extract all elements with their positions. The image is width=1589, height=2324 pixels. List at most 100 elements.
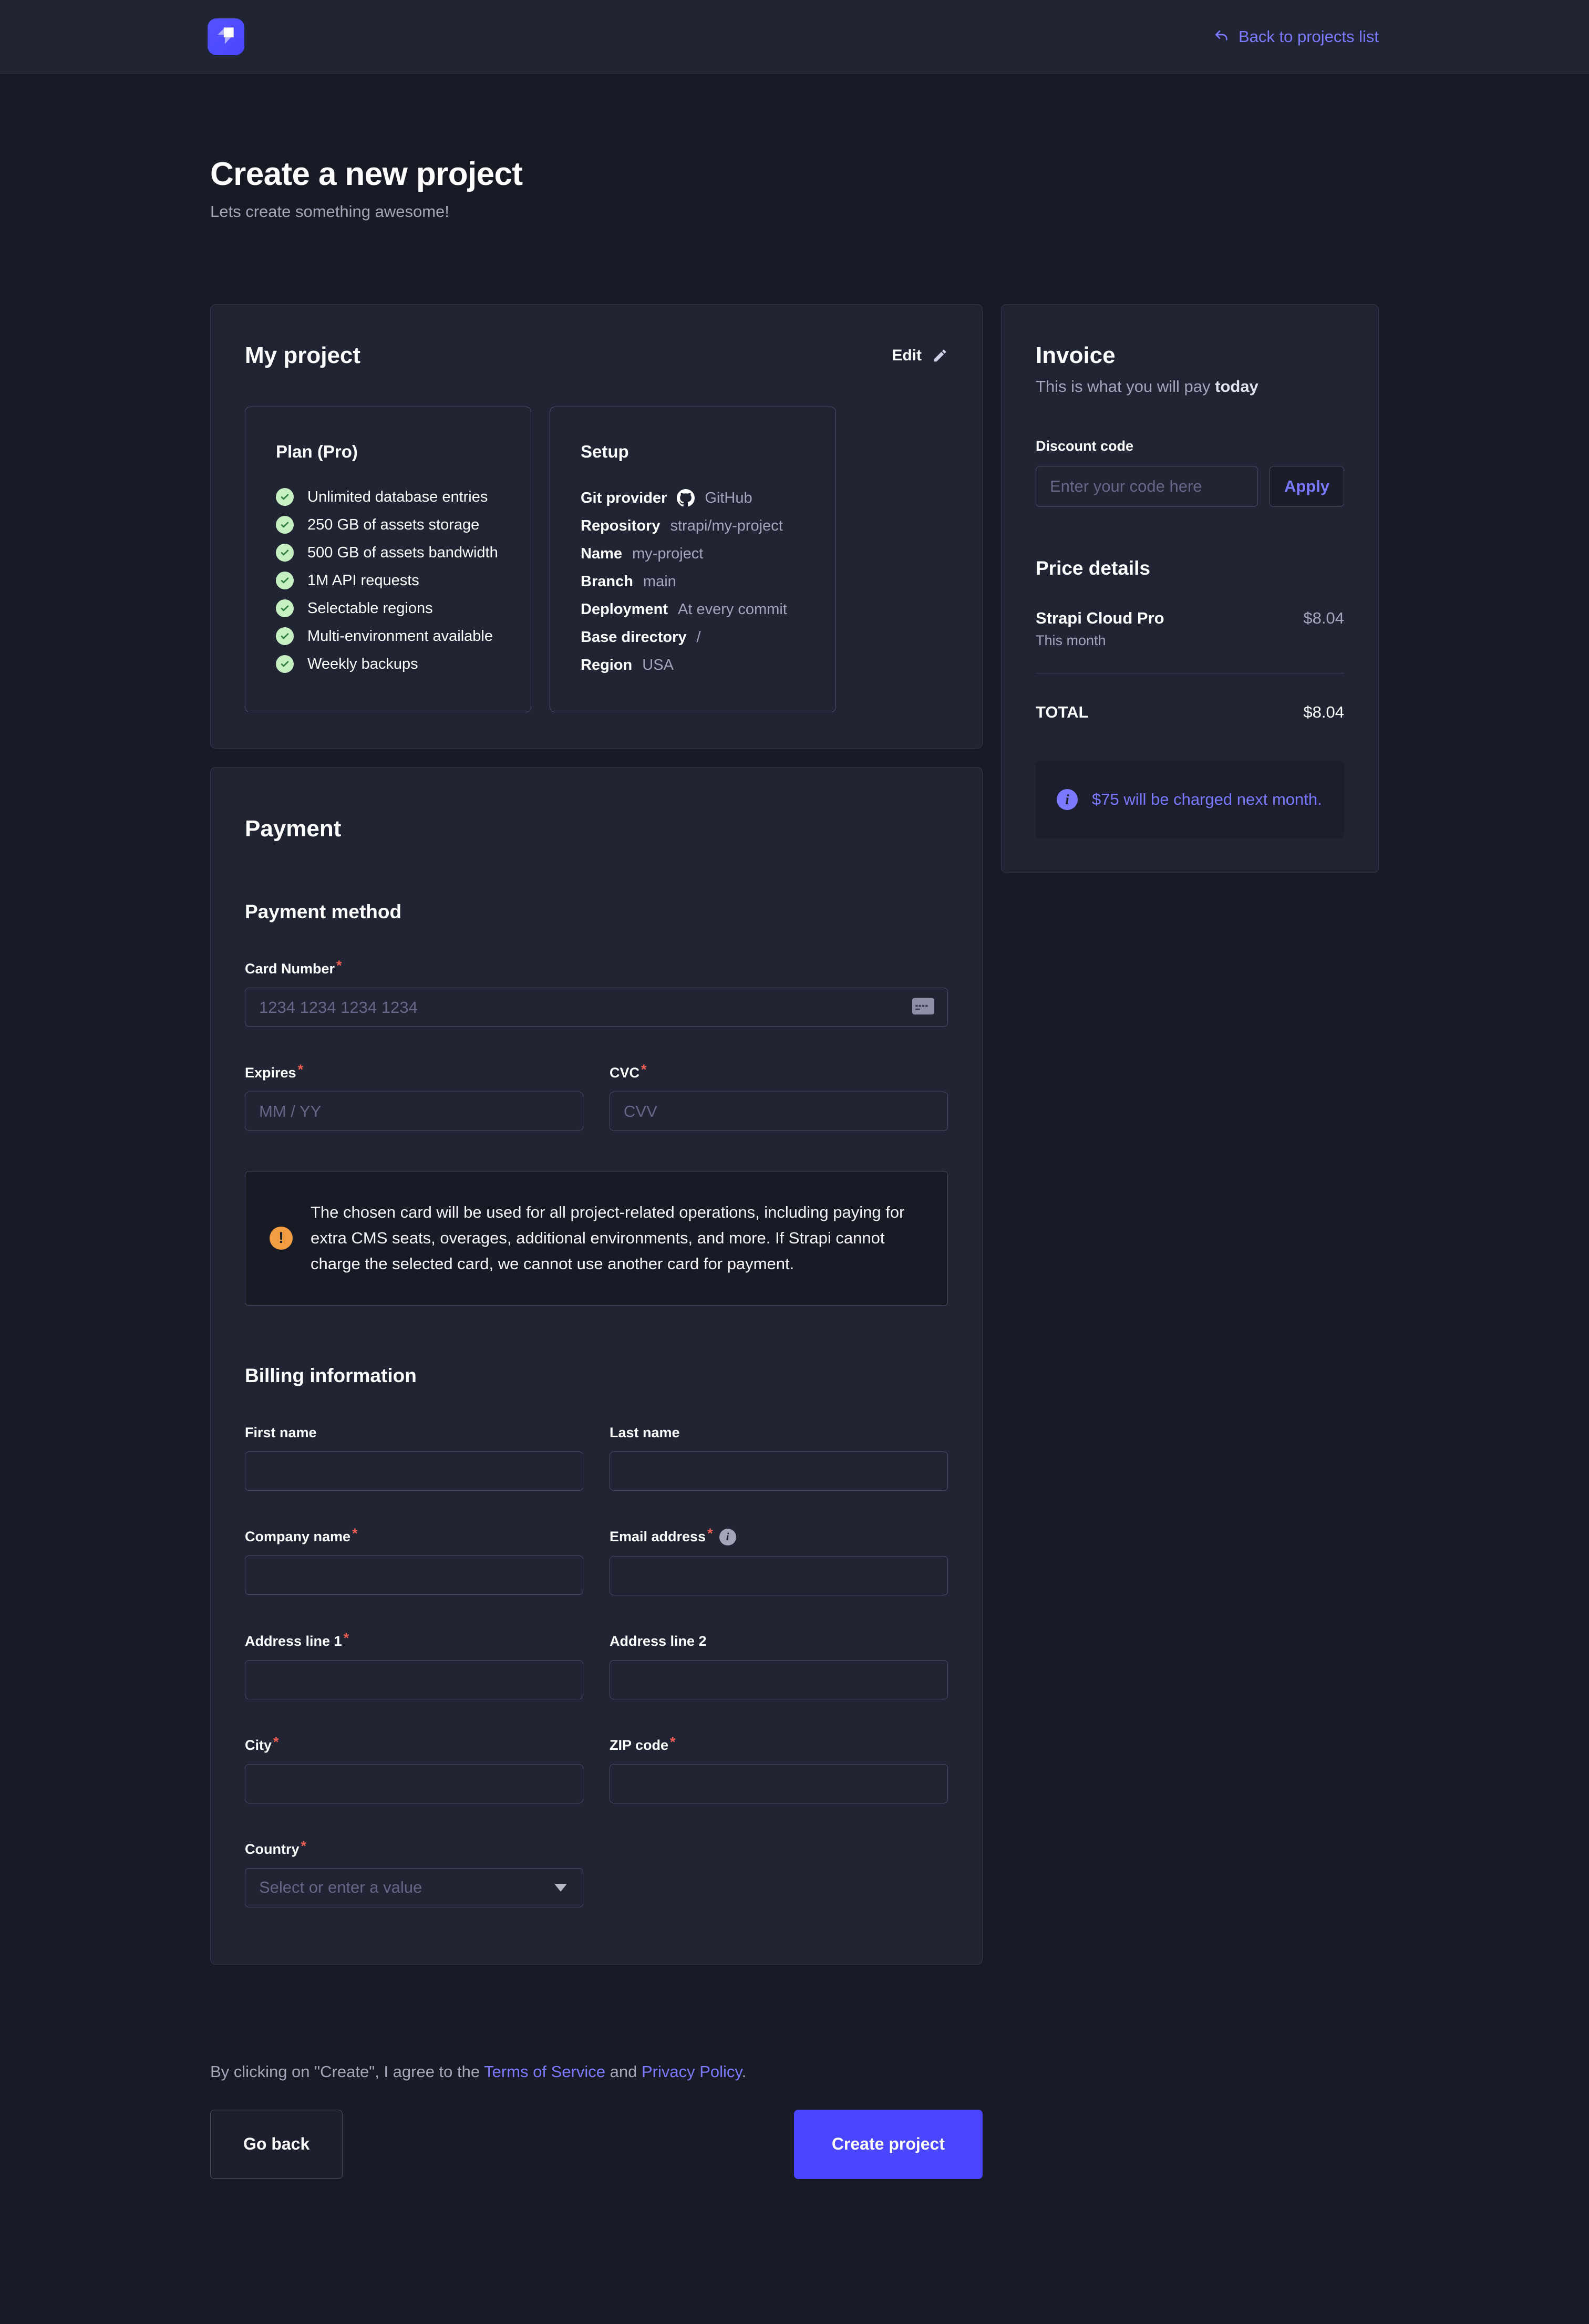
cvc-input[interactable]: [610, 1092, 948, 1131]
setup-subcard: Setup Git provider GitHub Repository: [550, 407, 836, 712]
address-line-2-label: Address line 2: [610, 1633, 948, 1649]
back-arrow-icon: [1213, 28, 1230, 45]
card-usage-notice-text: The chosen card will be used for all pro…: [311, 1200, 923, 1277]
setup-row: Base directory /: [581, 628, 810, 646]
project-card-title: My project: [245, 343, 360, 369]
back-link-label: Back to projects list: [1239, 27, 1379, 46]
card-usage-notice: ! The chosen card will be used for all p…: [245, 1171, 948, 1306]
strapi-logo[interactable]: [208, 18, 244, 55]
zip-code-label: ZIP code*: [610, 1737, 948, 1754]
required-asterisk: *: [273, 1734, 279, 1750]
plan-feature-item: 1M API requests: [276, 572, 505, 589]
price-line-item: Strapi Cloud Pro This month $8.04: [1036, 609, 1344, 649]
setup-key: Git provider: [581, 490, 667, 507]
invoice-subtitle: This is what you will pay today: [1036, 377, 1344, 396]
setup-value: GitHub: [705, 490, 752, 507]
setup-row: Repository strapi/my-project: [581, 517, 810, 535]
total-label: TOTAL: [1036, 703, 1088, 722]
email-input[interactable]: [610, 1556, 948, 1595]
terms-of-service-link[interactable]: Terms of Service: [484, 2062, 605, 2081]
github-icon: [677, 489, 695, 507]
required-asterisk: *: [344, 1630, 349, 1646]
edit-button-label: Edit: [892, 347, 922, 365]
payment-card: Payment Payment method Card Number*: [210, 767, 983, 1965]
required-asterisk: *: [670, 1734, 676, 1750]
invoice-card: Invoice This is what you will pay today …: [1001, 304, 1379, 873]
email-info-icon[interactable]: i: [719, 1529, 736, 1545]
required-asterisk: *: [641, 1062, 647, 1078]
payment-title: Payment: [245, 816, 948, 842]
info-icon: i: [1057, 789, 1078, 810]
plan-feature-item: Unlimited database entries: [276, 488, 505, 506]
back-to-projects-link[interactable]: Back to projects list: [1213, 27, 1379, 46]
edit-pencil-icon: [932, 348, 948, 364]
credit-card-icon: [912, 998, 934, 1017]
privacy-policy-link[interactable]: Privacy Policy: [642, 2062, 742, 2081]
required-asterisk: *: [301, 1838, 307, 1854]
total-amount: $8.04: [1303, 703, 1344, 722]
email-address-label: Email address* i: [610, 1529, 948, 1545]
plan-feature-item: 250 GB of assets storage: [276, 516, 505, 534]
setup-row: Branch main: [581, 573, 810, 590]
edit-button[interactable]: Edit: [892, 347, 948, 365]
setup-key: Repository: [581, 517, 660, 535]
apply-button[interactable]: Apply: [1270, 466, 1344, 507]
check-icon: [276, 627, 294, 645]
discount-code-input[interactable]: [1036, 466, 1258, 507]
cvc-label: CVC*: [610, 1065, 948, 1081]
setup-row: Deployment At every commit: [581, 600, 810, 618]
price-item-name: Strapi Cloud Pro: [1036, 609, 1164, 628]
first-name-input[interactable]: [245, 1451, 583, 1491]
plan-feature-label: 250 GB of assets storage: [307, 516, 479, 534]
setup-key: Name: [581, 545, 622, 563]
first-name-label: First name: [245, 1425, 583, 1441]
country-select[interactable]: Select or enter a value: [245, 1868, 583, 1907]
check-icon: [276, 516, 294, 534]
setup-row: Git provider GitHub: [581, 489, 810, 507]
setup-value: /: [697, 629, 701, 646]
address-line-1-input[interactable]: [245, 1660, 583, 1699]
required-asterisk: *: [336, 958, 342, 974]
check-icon: [276, 655, 294, 673]
plan-feature-label: Selectable regions: [307, 600, 433, 617]
country-select-placeholder: Select or enter a value: [259, 1878, 422, 1897]
setup-key: Region: [581, 657, 632, 674]
plan-title: Plan (Pro): [276, 442, 505, 462]
setup-title: Setup: [581, 442, 810, 462]
city-input[interactable]: [245, 1764, 583, 1803]
plan-feature-label: Multi-environment available: [307, 628, 493, 645]
setup-key: Deployment: [581, 601, 668, 618]
address-line-2-input[interactable]: [610, 1660, 948, 1699]
check-icon: [276, 599, 294, 617]
plan-feature-item: 500 GB of assets bandwidth: [276, 544, 505, 562]
setup-value: strapi/my-project: [670, 517, 782, 535]
warning-icon: !: [270, 1227, 293, 1250]
zip-code-input[interactable]: [610, 1764, 948, 1803]
price-item-period: This month: [1036, 632, 1164, 649]
invoice-title: Invoice: [1036, 343, 1344, 369]
card-number-input[interactable]: [245, 988, 948, 1027]
billing-information-title: Billing information: [245, 1365, 948, 1387]
chevron-down-icon: [554, 1884, 567, 1892]
price-details-title: Price details: [1036, 557, 1344, 579]
plan-feature-item: Weekly backups: [276, 655, 505, 673]
setup-row: Name my-project: [581, 545, 810, 563]
expires-input[interactable]: [245, 1092, 583, 1131]
payment-method-title: Payment method: [245, 901, 948, 923]
next-month-note: i $75 will be charged next month.: [1036, 761, 1344, 838]
setup-key: Base directory: [581, 629, 687, 646]
total-row: TOTAL $8.04: [1036, 703, 1344, 722]
discount-code-label: Discount code: [1036, 438, 1344, 454]
card-number-label: Card Number*: [245, 961, 948, 977]
strapi-logo-icon: [214, 23, 238, 50]
last-name-input[interactable]: [610, 1451, 948, 1491]
company-name-input[interactable]: [245, 1555, 583, 1595]
plan-feature-label: 500 GB of assets bandwidth: [307, 544, 498, 562]
setup-value: At every commit: [678, 601, 787, 618]
plan-feature-label: Unlimited database entries: [307, 489, 488, 506]
plan-subcard: Plan (Pro) Unlimited database entries 25…: [245, 407, 531, 712]
setup-key: Branch: [581, 573, 633, 590]
address-line-1-label: Address line 1*: [245, 1633, 583, 1649]
expires-label: Expires*: [245, 1065, 583, 1081]
plan-feature-item: Selectable regions: [276, 599, 505, 617]
